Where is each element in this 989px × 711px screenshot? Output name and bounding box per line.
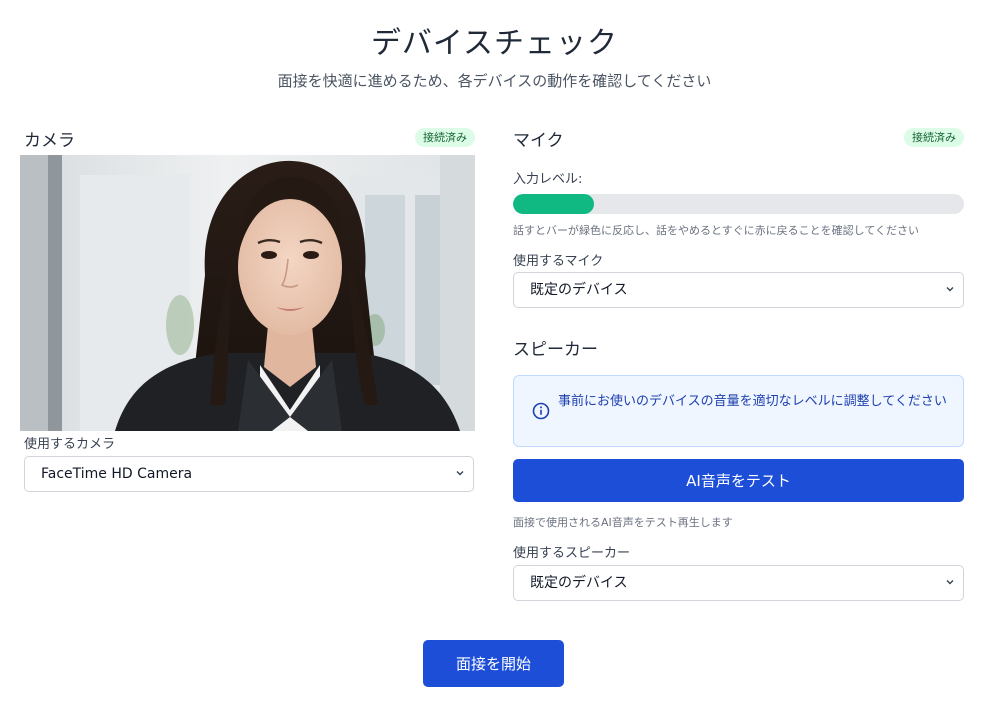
info-icon [532, 402, 550, 420]
camera-section: カメラ 接続済み 使用するカメラ FaceTime HD Camera [20, 124, 475, 492]
start-interview-button[interactable]: 面接を開始 [423, 640, 564, 687]
camera-select-value: FaceTime HD Camera [41, 466, 193, 482]
camera-title: カメラ [24, 131, 75, 151]
mic-select[interactable]: 既定のデバイス [513, 272, 964, 308]
mic-select-value: 既定のデバイス [530, 282, 628, 298]
speaker-select-value: 既定のデバイス [530, 575, 628, 591]
speaker-title: スピーカー [513, 340, 598, 360]
audio-section: マイク 接続済み 入力レベル: 話すとバーが緑色に反応し、話をやめるとすぐに赤に… [513, 124, 964, 601]
test-ai-voice-hint: 面接で使用されるAI音声をテスト再生します [513, 516, 733, 529]
test-ai-voice-button[interactable]: AI音声をテスト [513, 459, 964, 502]
volume-info-box: 事前にお使いのデバイスの音量を適切なレベルに調整してください [513, 375, 964, 447]
camera-preview [20, 155, 475, 431]
mic-title: マイク [513, 131, 564, 151]
input-level-hint: 話すとバーが緑色に反応し、話をやめるとすぐに赤に戻ることを確認してください [513, 224, 920, 237]
input-level-fill [513, 194, 595, 214]
page-subtitle: 面接を快適に進めるため、各デバイスの動作を確認してください [277, 72, 712, 90]
speaker-select-label: 使用するスピーカー [513, 546, 631, 561]
camera-select[interactable]: FaceTime HD Camera [24, 456, 474, 492]
camera-preview-image [20, 155, 475, 431]
volume-info-text: 事前にお使いのデバイスの音量を適切なレベルに調整してください [558, 394, 947, 409]
mic-status-badge: 接続済み [904, 128, 964, 147]
camera-status-badge: 接続済み [415, 128, 475, 147]
camera-select-label: 使用するカメラ [24, 437, 116, 452]
speaker-select[interactable]: 既定のデバイス [513, 565, 964, 601]
page-title: デバイスチェック [370, 26, 619, 61]
chevron-down-icon [456, 471, 464, 476]
mic-header: マイク 接続済み [513, 124, 964, 151]
input-level-label: 入力レベル: [513, 172, 583, 187]
camera-header: カメラ 接続済み [20, 124, 475, 151]
input-level-meter [513, 194, 964, 214]
chevron-down-icon [946, 580, 954, 585]
chevron-down-icon [946, 287, 954, 292]
mic-select-label: 使用するマイク [513, 254, 604, 269]
